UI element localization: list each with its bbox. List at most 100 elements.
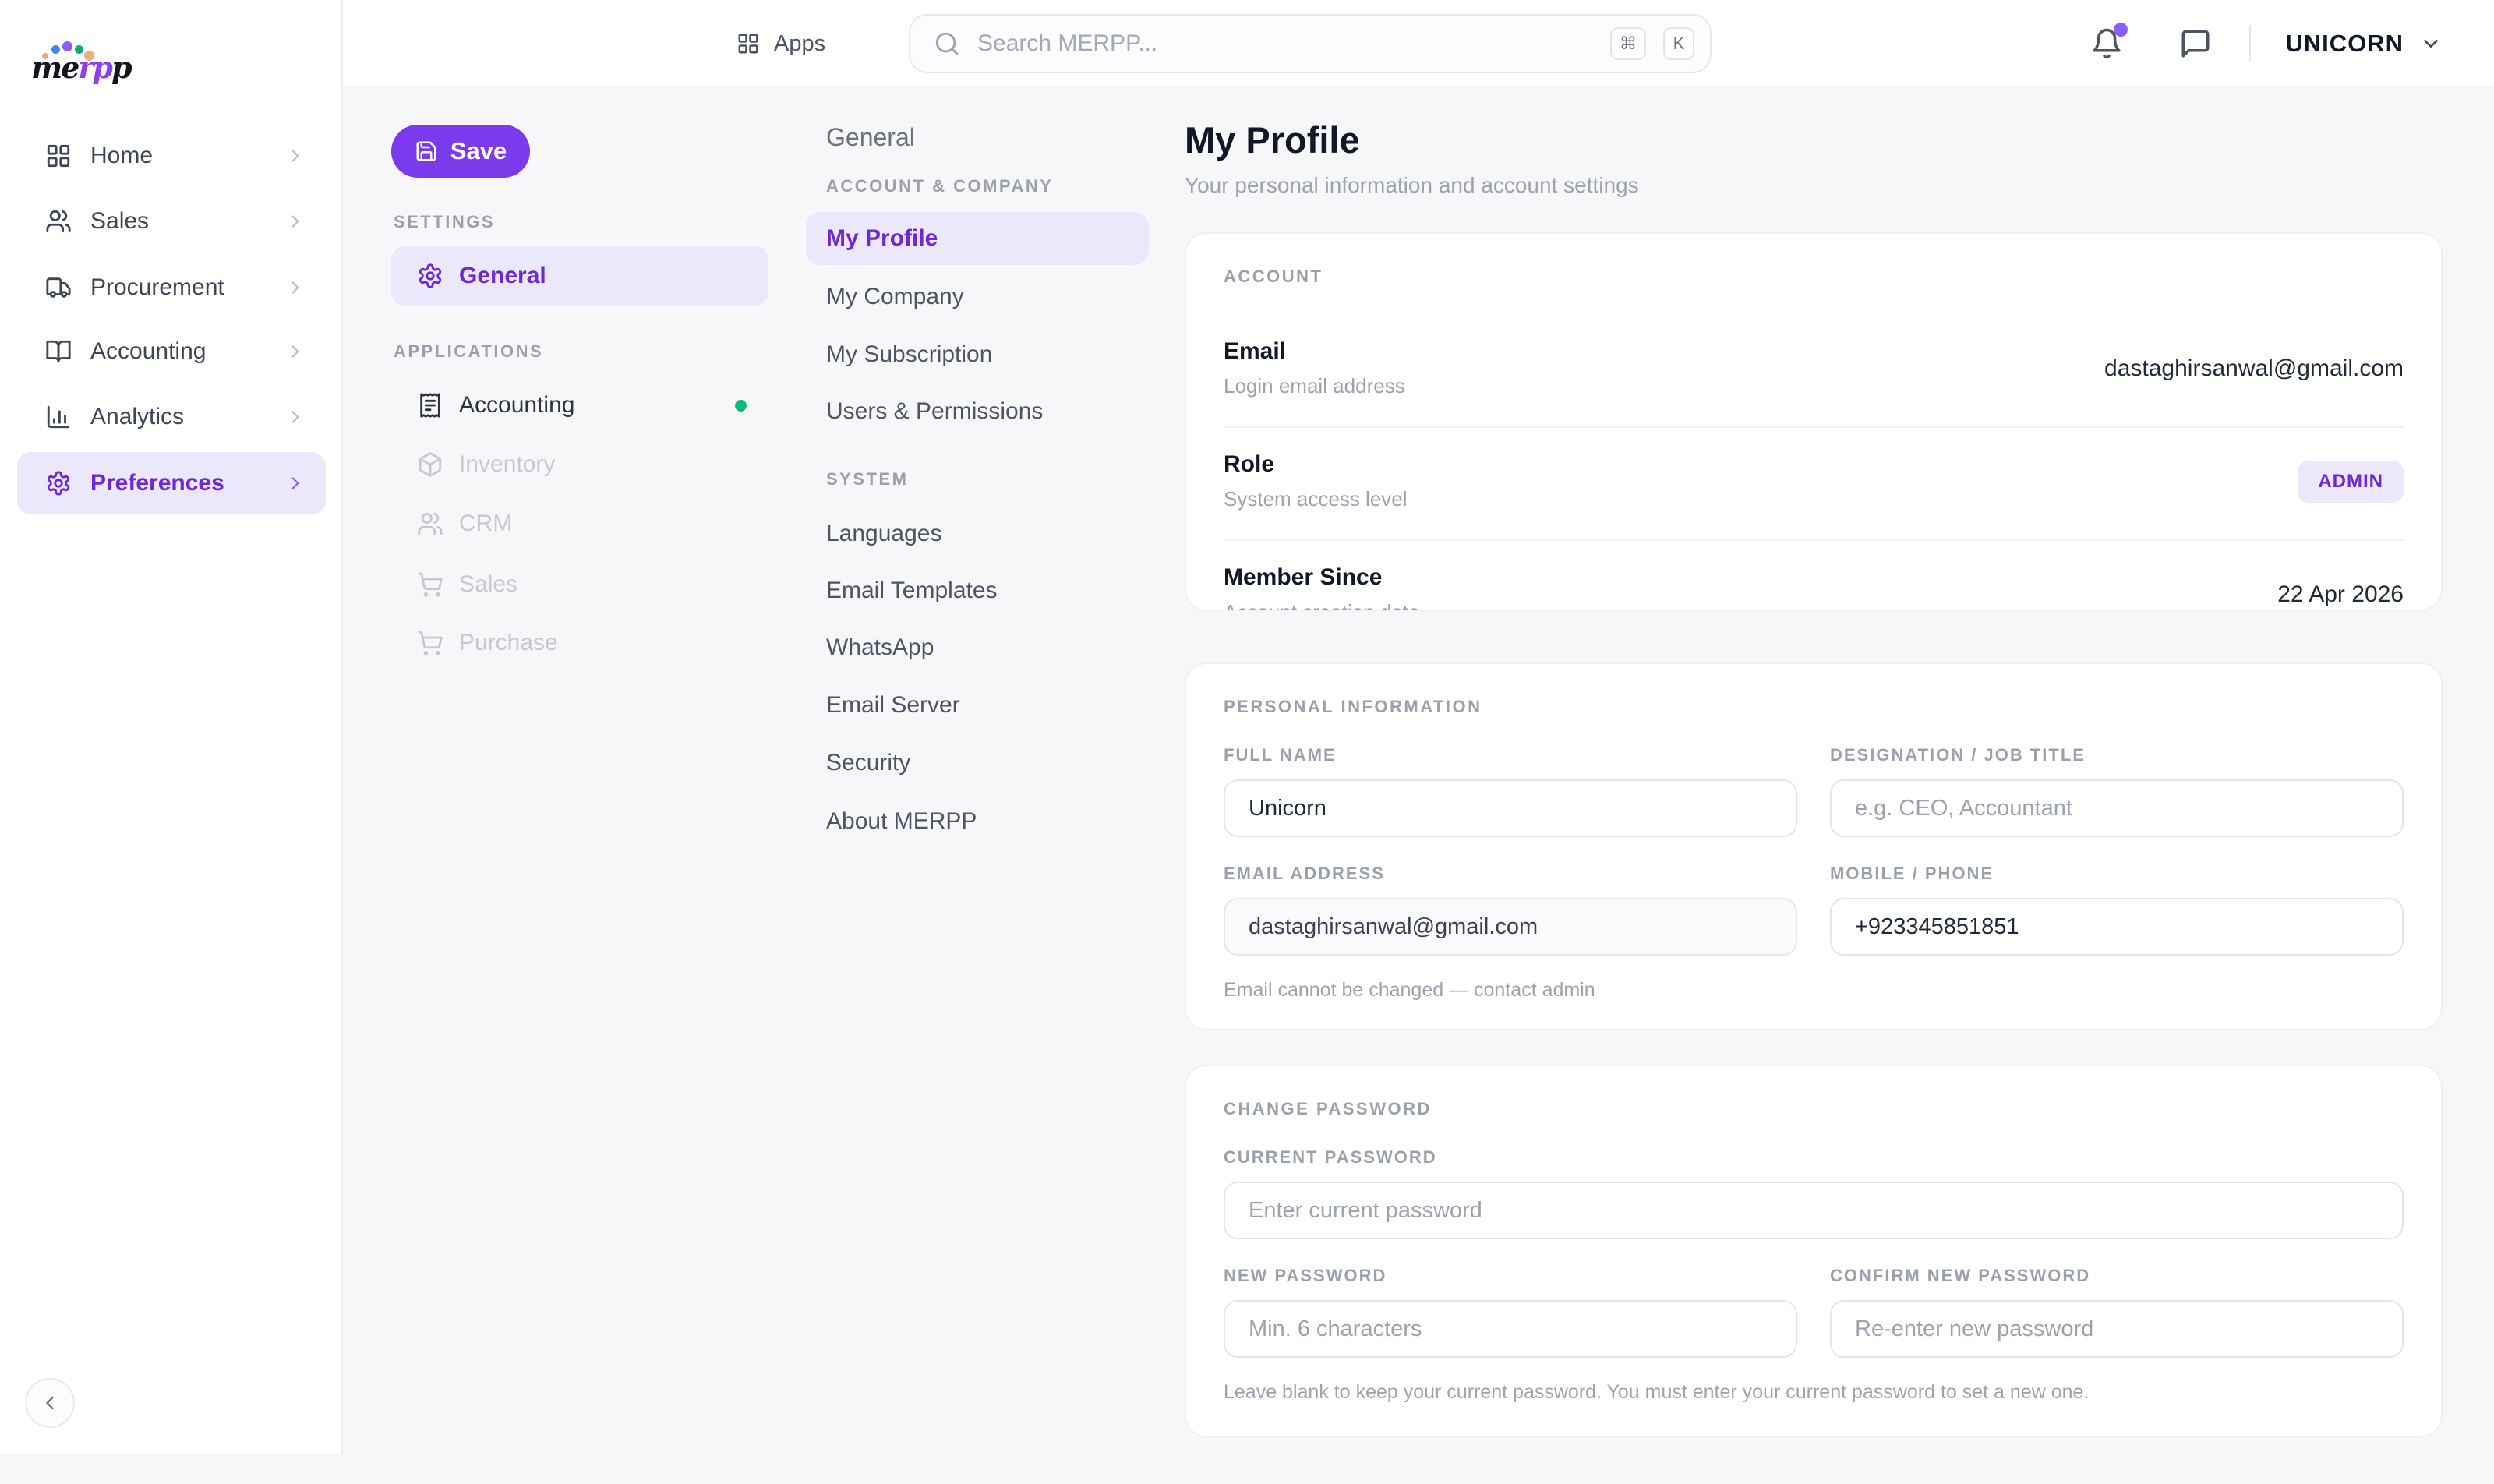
mobile-phone-input[interactable] [1830, 898, 2404, 956]
personal-card-label: PERSONAL INFORMATION [1224, 697, 2404, 717]
settings-nav-item-label: My Profile [826, 225, 938, 252]
search-input[interactable] [977, 30, 1593, 57]
row-subtitle: System access level [1224, 487, 1408, 511]
admin-role-badge: ADMIN [2298, 461, 2404, 503]
current-password-input[interactable] [1224, 1182, 2404, 1239]
chevron-right-icon [285, 473, 306, 493]
sidebar-item-label: Accounting [90, 338, 267, 365]
save-button-label: Save [450, 137, 507, 165]
field-confirm-new-password: CONFIRM NEW PASSWORD [1830, 1266, 2404, 1358]
app-item-inventory[interactable]: Inventory [391, 438, 768, 491]
field-label: FULL NAME [1224, 745, 1797, 765]
panel-item-general[interactable]: General [391, 246, 768, 306]
bar-chart-icon [45, 404, 72, 430]
settings-nav-item-about-merpp[interactable]: About MERPP [826, 808, 977, 835]
account-company-section-label: ACCOUNT & COMPANY [826, 176, 1053, 196]
package-icon [417, 451, 443, 478]
chevron-down-icon [2419, 32, 2443, 55]
sidebar-item-analytics[interactable]: Analytics [17, 386, 326, 448]
settings-nav-item-my-subscription[interactable]: My Subscription [826, 341, 992, 368]
settings-nav-item-languages[interactable]: Languages [826, 521, 941, 547]
sidebar-item-home[interactable]: Home [17, 125, 326, 187]
email-helper-text: Email cannot be changed — contact admin [1224, 979, 2404, 1002]
settings-nav-item-whatsapp[interactable]: WhatsApp [826, 634, 934, 661]
truck-icon [45, 274, 72, 301]
chevron-right-icon [285, 211, 306, 231]
field-designation: DESIGNATION / JOB TITLE [1830, 745, 2404, 837]
row-title: Email [1224, 338, 1405, 365]
password-note-text: Leave blank to keep your current passwor… [1224, 1381, 2404, 1404]
app-item-label: Inventory [459, 451, 747, 478]
sidebar-item-label: Procurement [90, 274, 267, 301]
merpp-logo: merpp [31, 30, 132, 86]
confirm-new-password-input[interactable] [1830, 1300, 2404, 1358]
page-subtitle: Your personal information and account se… [1185, 173, 1639, 198]
topbar: Apps ⌘ K UNICORN [343, 0, 2494, 87]
field-label: MOBILE / PHONE [1830, 864, 2404, 884]
designation-input[interactable] [1830, 779, 2404, 837]
chevron-right-icon [285, 407, 306, 427]
messages-button[interactable] [2179, 27, 2212, 60]
topbar-divider [2249, 25, 2251, 62]
account-name: UNICORN [2285, 30, 2404, 58]
change-password-card: CHANGE PASSWORD CURRENT PASSWORD NEW PAS… [1185, 1065, 2443, 1437]
main-sidebar: merpp Home Sales Procurement Accounting … [0, 0, 343, 1453]
settings-nav-item-email-server[interactable]: Email Server [826, 692, 960, 719]
sidebar-item-label: Home [90, 143, 267, 169]
sidebar-item-label: Preferences [90, 470, 267, 496]
sidebar-item-preferences[interactable]: Preferences [17, 452, 326, 514]
sidebar-item-accounting[interactable]: Accounting [17, 320, 326, 383]
field-new-password: NEW PASSWORD [1224, 1266, 1797, 1358]
global-search: ⌘ K [909, 14, 1712, 73]
settings-nav-item-users-permissions[interactable]: Users & Permissions [826, 398, 1043, 425]
new-password-input[interactable] [1224, 1300, 1797, 1358]
settings-nav-item-my-company[interactable]: My Company [826, 284, 964, 310]
users-icon [45, 208, 72, 235]
account-menu[interactable]: UNICORN [2285, 30, 2443, 58]
sidebar-collapse-button[interactable] [25, 1378, 75, 1428]
sidebar-item-procurement[interactable]: Procurement [17, 256, 326, 319]
account-card-label: ACCOUNT [1224, 267, 2404, 287]
book-open-icon [45, 338, 72, 365]
gear-icon [45, 470, 72, 496]
save-button[interactable]: Save [391, 125, 530, 178]
search-icon [934, 30, 960, 57]
app-item-accounting[interactable]: Accounting [391, 379, 768, 432]
field-mobile-phone: MOBILE / PHONE [1830, 864, 2404, 956]
chevron-right-icon [285, 146, 306, 166]
app-item-crm[interactable]: CRM [391, 497, 768, 550]
save-icon [415, 140, 438, 163]
settings-nav-item-my-profile[interactable]: My Profile [806, 212, 1149, 265]
notifications-button[interactable] [2090, 27, 2123, 60]
logo-wordmark: merpp [31, 50, 131, 85]
full-name-input[interactable] [1224, 779, 1797, 837]
field-full-name: FULL NAME [1224, 745, 1797, 837]
panel-item-label: General [459, 263, 747, 289]
field-label: CURRENT PASSWORD [1224, 1147, 2404, 1168]
settings-nav-item-email-templates[interactable]: Email Templates [826, 578, 998, 604]
settings-section-label: SETTINGS [394, 212, 495, 232]
app-item-label: Purchase [459, 630, 747, 656]
sidebar-item-sales[interactable]: Sales [17, 190, 326, 253]
field-label: NEW PASSWORD [1224, 1266, 1797, 1286]
password-card-label: CHANGE PASSWORD [1224, 1099, 2404, 1119]
field-label: CONFIRM NEW PASSWORD [1830, 1266, 2404, 1286]
app-item-label: Accounting [459, 392, 719, 419]
chevron-right-icon [285, 341, 306, 362]
settings-nav-item-security[interactable]: Security [826, 750, 910, 776]
apps-button[interactable]: Apps [737, 22, 825, 65]
chat-icon [2179, 27, 2212, 60]
applications-section-label: APPLICATIONS [394, 341, 543, 362]
field-email-address: EMAIL ADDRESS [1224, 864, 1797, 956]
app-item-label: CRM [459, 511, 747, 537]
personal-information-card: PERSONAL INFORMATION FULL NAME DESIGNATI… [1185, 662, 2443, 1030]
account-row-role: Role System access level ADMIN [1224, 428, 2404, 541]
settings-nav-title: General [826, 123, 915, 152]
apps-button-label: Apps [774, 31, 825, 57]
app-item-sales[interactable]: Sales [391, 558, 768, 611]
row-subtitle: Account creation date [1224, 600, 1420, 611]
chevron-left-icon [39, 1392, 61, 1414]
field-label: EMAIL ADDRESS [1224, 864, 1797, 884]
gear-icon [417, 263, 443, 289]
app-item-purchase[interactable]: Purchase [391, 617, 768, 670]
